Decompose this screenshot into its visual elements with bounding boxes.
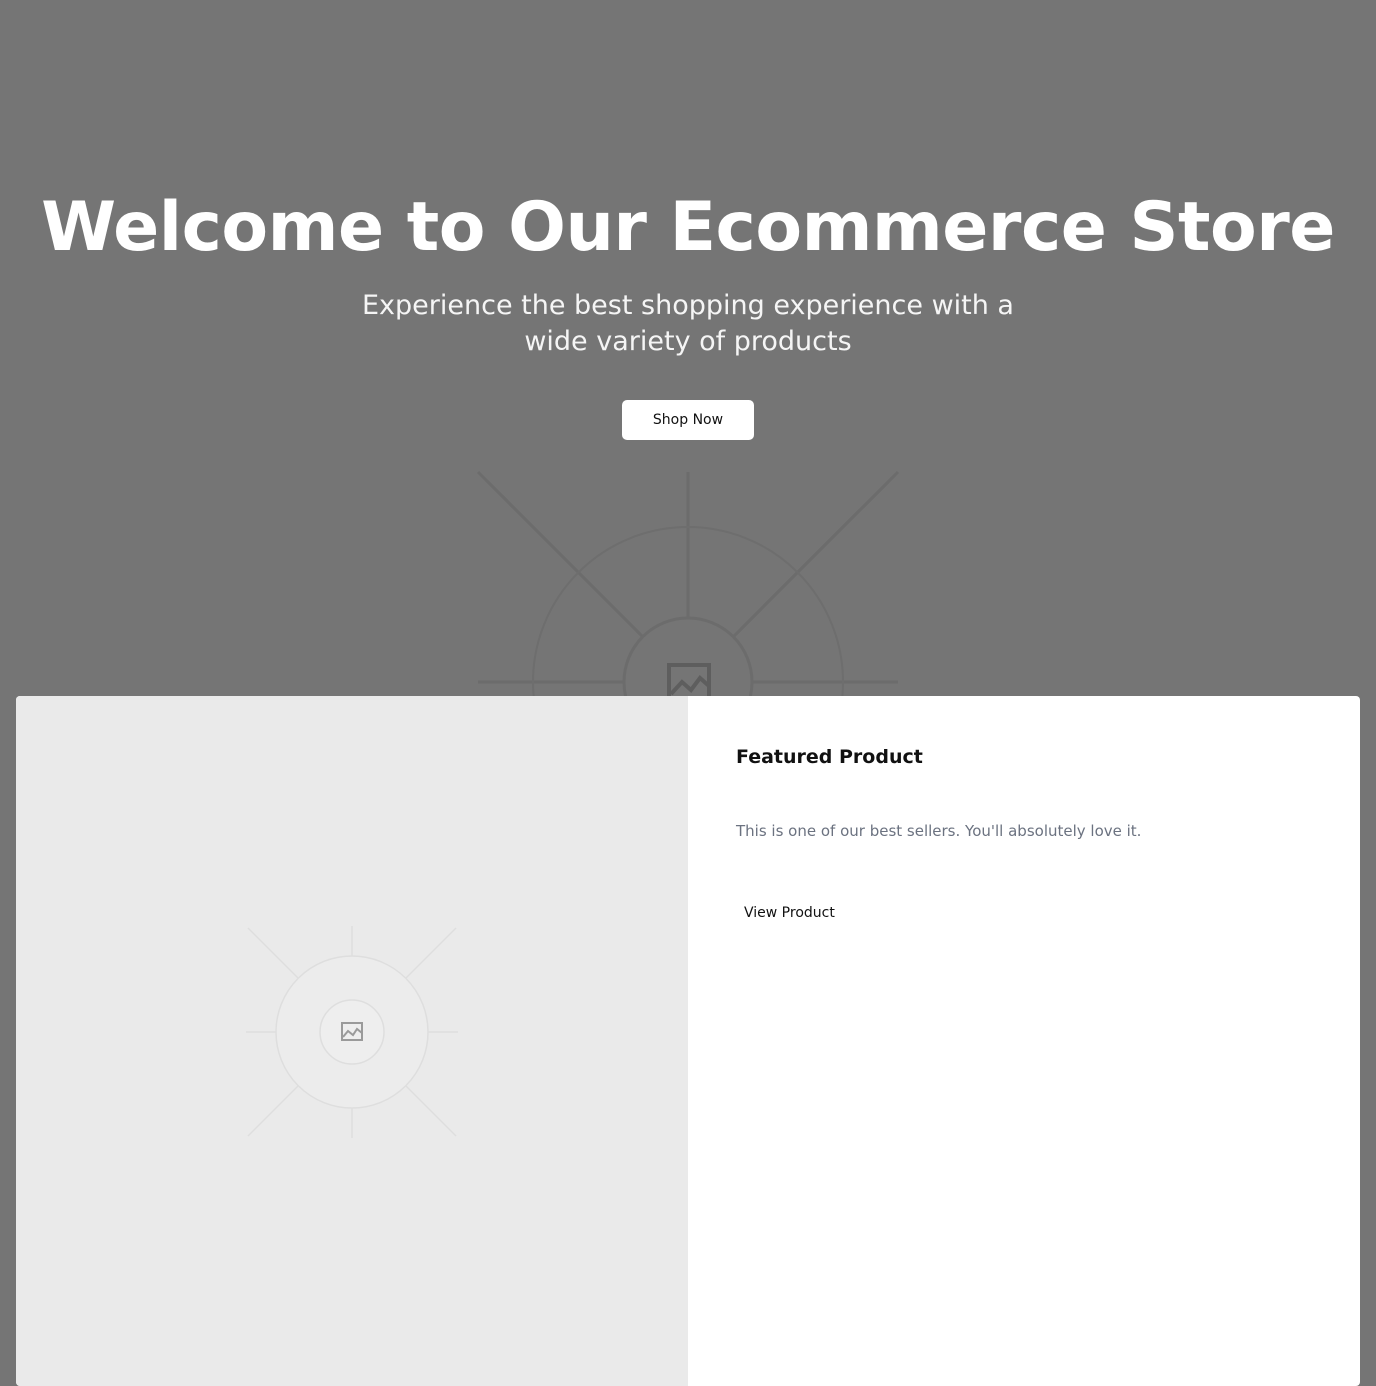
- product-image-placeholder: [246, 926, 458, 1138]
- featured-product-card: Featured Product This is one of our best…: [16, 696, 1360, 1386]
- hero-subtitle: Experience the best shopping experience …: [362, 290, 1014, 357]
- featured-product-title: Featured Product: [736, 746, 923, 768]
- view-product-button[interactable]: View Product: [736, 898, 843, 928]
- featured-product-image: [16, 696, 688, 1386]
- hero-title: Welcome to Our Ecommerce Store: [41, 188, 1335, 267]
- shop-now-button[interactable]: Shop Now: [622, 400, 754, 440]
- image-placeholder-icon: [667, 663, 711, 696]
- hero-section: Welcome to Our Ecommerce Store Experienc…: [0, 0, 1376, 696]
- featured-product-description: This is one of our best sellers. You'll …: [736, 822, 1142, 840]
- featured-product-details: Featured Product This is one of our best…: [688, 696, 1360, 1386]
- hero-image-placeholder: [476, 470, 900, 696]
